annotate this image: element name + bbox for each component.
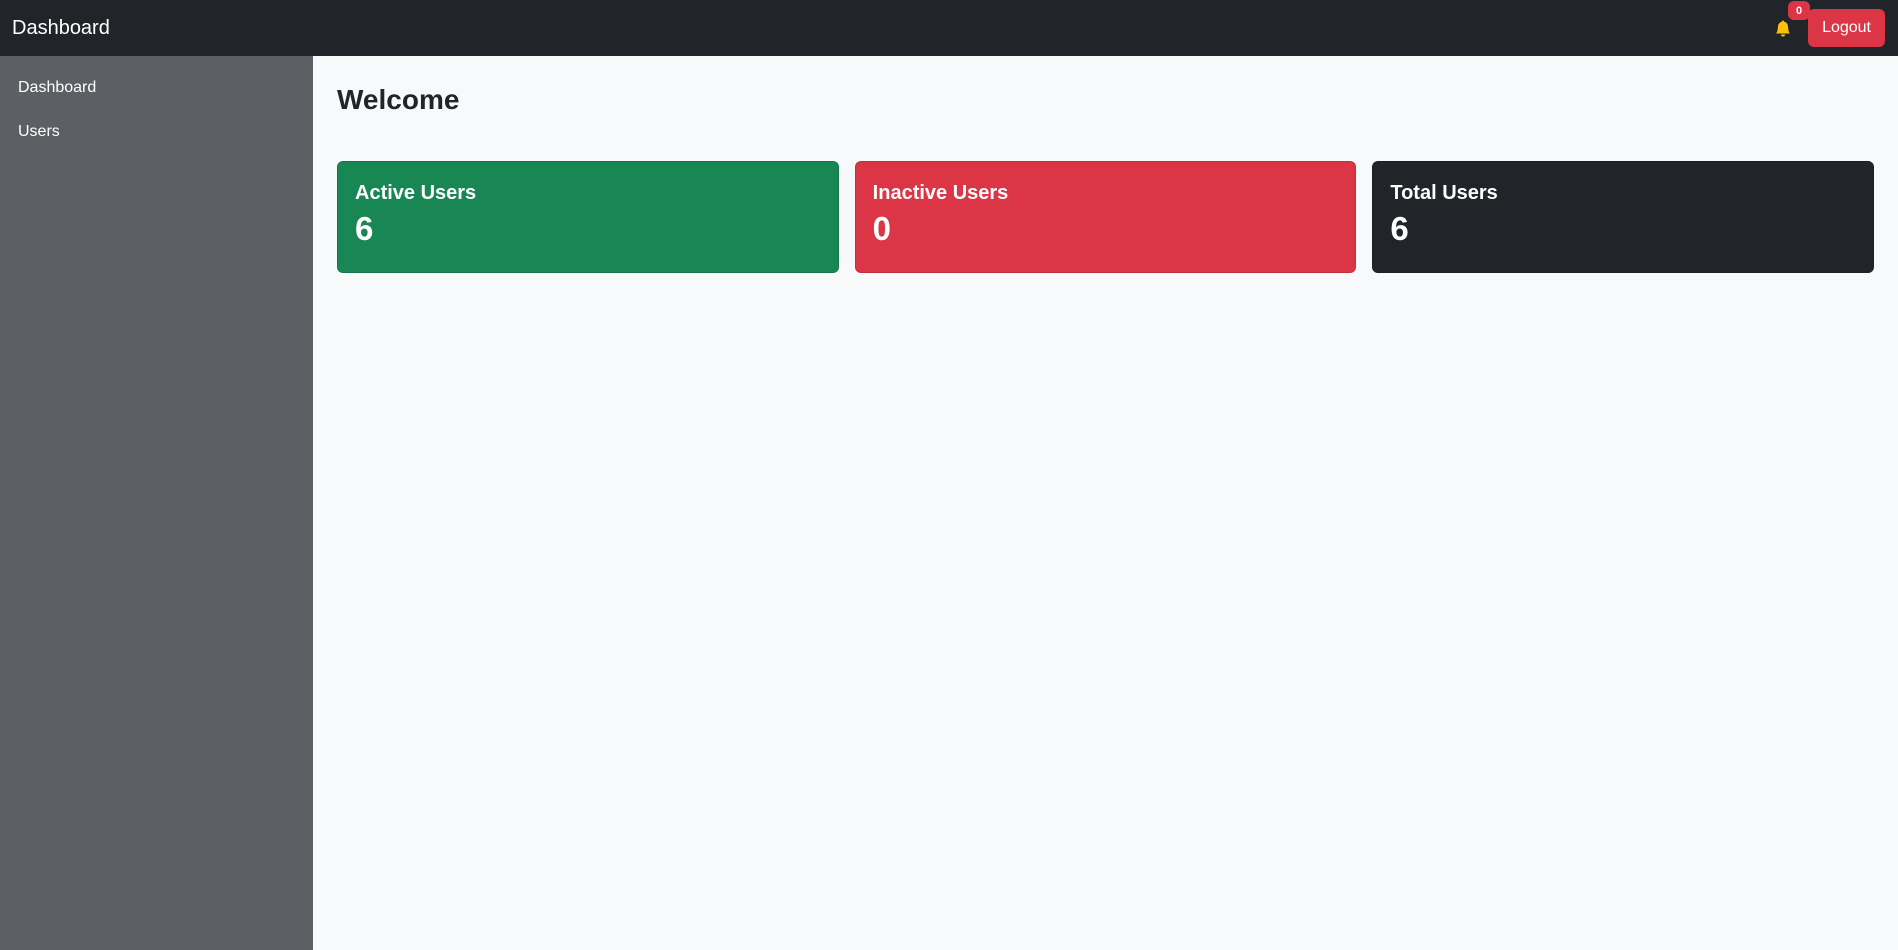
main-content: Welcome Active Users 6 Inactive Users 0 … bbox=[313, 56, 1898, 950]
stats-cards: Active Users 6 Inactive Users 0 Total Us… bbox=[337, 161, 1875, 273]
active-users-card: Active Users 6 bbox=[337, 161, 839, 273]
notifications-button[interactable]: 0 bbox=[1766, 0, 1811, 56]
card-value: 6 bbox=[355, 210, 374, 247]
card-value: 6 bbox=[1390, 210, 1409, 247]
logout-button[interactable]: Logout bbox=[1808, 9, 1885, 47]
card-title: Inactive Users bbox=[872, 182, 1009, 204]
sidebar-item-users[interactable]: Users bbox=[0, 110, 313, 154]
sidebar-item-dashboard[interactable]: Dashboard bbox=[0, 66, 313, 110]
card-title: Total Users bbox=[1390, 182, 1498, 204]
navbar-actions: 0 Logout bbox=[1766, 0, 1885, 56]
page-title: Welcome bbox=[337, 84, 460, 115]
sidebar: Dashboard Users bbox=[0, 56, 313, 950]
inactive-users-card: Inactive Users 0 bbox=[854, 161, 1357, 273]
total-users-card: Total Users 6 bbox=[1372, 161, 1875, 273]
card-title: Active Users bbox=[355, 182, 477, 204]
notification-count-badge: 0 bbox=[1788, 1, 1811, 20]
card-value: 0 bbox=[872, 210, 892, 247]
top-navbar: Dashboard 0 Logout bbox=[0, 0, 1898, 56]
navbar-brand[interactable]: Dashboard bbox=[12, 17, 110, 40]
bell-icon bbox=[1776, 19, 1791, 36]
